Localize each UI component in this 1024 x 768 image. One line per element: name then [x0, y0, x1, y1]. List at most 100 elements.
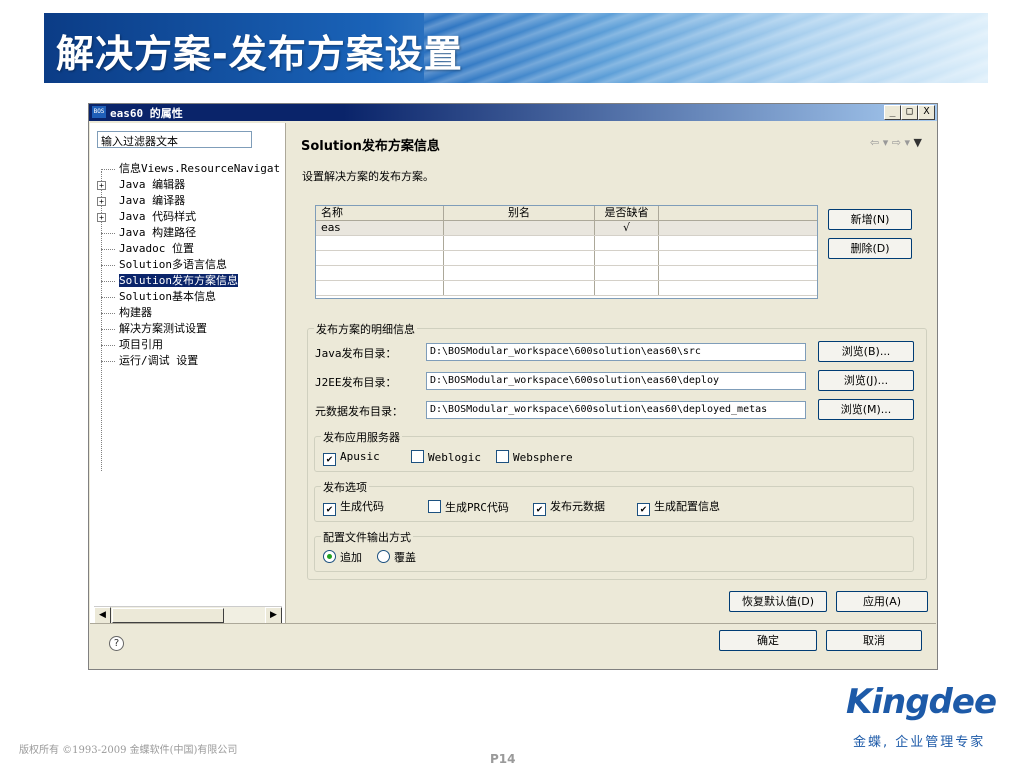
tree-item-builders[interactable]: 构建器	[95, 305, 285, 321]
tree-item-project-references[interactable]: 项目引用	[95, 337, 285, 353]
ok-button[interactable]: 确定	[719, 630, 817, 651]
config-group-title: 配置文件输出方式	[321, 529, 413, 545]
tree-item-java-build-path[interactable]: Java 构建路径	[95, 225, 285, 241]
expand-plus-icon[interactable]: +	[97, 197, 106, 206]
config-mode-overwrite[interactable]: 覆盖	[377, 550, 416, 564]
tree-item-javadoc-location[interactable]: Javadoc 位置	[95, 241, 285, 257]
java-dir-label: Java发布目录：	[315, 347, 397, 360]
tree-item-solution-test[interactable]: 解决方案测试设置	[95, 321, 285, 337]
server-checkbox-websphere[interactable]: Websphere	[496, 450, 573, 464]
back-arrow-icon[interactable]: ⇦ ▾	[870, 136, 888, 149]
slide-title: 解决方案-发布方案设置	[56, 32, 463, 76]
scroll-left-icon[interactable]: ◀	[94, 607, 111, 624]
metadata-dir-input[interactable]: D:\BOSModular_workspace\600solution\eas6…	[426, 401, 806, 419]
tree-item-run-debug[interactable]: 运行/调试 设置	[95, 353, 285, 369]
dialog-title: eas60 的属性	[110, 107, 183, 120]
cancel-button[interactable]: 取消	[826, 630, 922, 651]
radio-unselected-icon[interactable]	[377, 550, 390, 563]
cell-name: eas	[316, 221, 444, 235]
app-server-group: 发布应用服务器 ✔ Apusic Weblogic Websphere	[314, 429, 914, 472]
properties-dialog: BOS eas60 的属性 _ □ X 输入过滤器文本 信息Views.Reso…	[88, 103, 938, 670]
expand-plus-icon[interactable]: +	[97, 213, 106, 222]
cell-blank	[659, 221, 817, 235]
tree-item-java-editor[interactable]: + Java 编辑器	[95, 177, 285, 193]
tree-item-resource-navigator[interactable]: 信息Views.ResourceNavigat	[95, 161, 285, 177]
tree-item-java-code-style[interactable]: + Java 代码样式	[95, 209, 285, 225]
server-checkbox-apusic[interactable]: ✔ Apusic	[323, 450, 380, 466]
radio-selected-icon[interactable]	[323, 550, 336, 563]
expand-plus-icon[interactable]: +	[97, 181, 106, 190]
checkbox-unchecked-icon[interactable]	[411, 450, 424, 463]
scroll-right-icon[interactable]: ▶	[265, 607, 282, 624]
column-header-name[interactable]: 名称	[316, 206, 444, 220]
forward-arrow-icon[interactable]: ⇨ ▾	[892, 136, 910, 149]
detail-group-title: 发布方案的明细信息	[314, 321, 417, 337]
page-header: Solution发布方案信息 ⇦ ▾ ⇨ ▾ ▼	[289, 123, 934, 161]
java-dir-input[interactable]: D:\BOSModular_workspace\600solution\eas6…	[426, 343, 806, 361]
column-header-alias[interactable]: 别名	[444, 206, 595, 220]
cell-default: √	[595, 221, 659, 235]
maximize-button[interactable]: □	[901, 105, 918, 120]
browse-java-button[interactable]: 浏览(B)...	[818, 341, 914, 362]
minimize-button[interactable]: _	[884, 105, 901, 120]
page-title: Solution发布方案信息	[301, 139, 440, 154]
kingdee-logo: Kingdee	[846, 682, 997, 722]
checkbox-unchecked-icon[interactable]	[428, 500, 441, 513]
banner-wave-decoration	[424, 13, 988, 83]
preference-tree: 信息Views.ResourceNavigat + Java 编辑器 + Java …	[95, 161, 285, 369]
j2ee-dir-label: J2EE发布目录：	[315, 376, 397, 389]
bos-logo-icon: BOS	[92, 106, 106, 118]
checkbox-checked-icon[interactable]: ✔	[637, 503, 650, 516]
close-button[interactable]: X	[918, 105, 935, 120]
page-number: P14	[490, 752, 516, 766]
table-header: 名称 别名 是否缺省	[316, 206, 817, 221]
preference-tree-pane: 输入过滤器文本 信息Views.ResourceNavigat + Java 编辑…	[90, 123, 286, 624]
table-row-empty	[316, 266, 817, 281]
add-button[interactable]: 新增(N)	[828, 209, 912, 230]
checkbox-checked-icon[interactable]: ✔	[323, 453, 336, 466]
browse-metadata-button[interactable]: 浏览(M)...	[818, 399, 914, 420]
help-icon[interactable]: ?	[109, 636, 124, 651]
publish-scheme-table: 名称 别名 是否缺省 eas √	[315, 205, 818, 299]
config-mode-append[interactable]: 追加	[323, 550, 362, 564]
cell-alias	[444, 221, 595, 235]
server-checkbox-weblogic[interactable]: Weblogic	[411, 450, 481, 464]
option-generate-config[interactable]: ✔ 生成配置信息	[637, 500, 720, 516]
publish-options-group: 发布选项 ✔ 生成代码 生成PRC代码 ✔ 发布元数据 ✔ 生成配置信息	[314, 479, 914, 522]
table-row-empty	[316, 236, 817, 251]
option-generate-code[interactable]: ✔ 生成代码	[323, 500, 384, 516]
menu-dropdown-icon[interactable]: ▼	[914, 136, 922, 149]
checkbox-unchecked-icon[interactable]	[496, 450, 509, 463]
scrollbar-thumb[interactable]	[112, 608, 224, 623]
tree-item-solution-publish[interactable]: Solution发布方案信息	[95, 273, 285, 289]
dialog-titlebar[interactable]: BOS eas60 的属性 _ □ X	[89, 104, 937, 121]
table-row-empty	[316, 251, 817, 266]
brand-slogan: 金蝶, 企业管理专家	[853, 735, 986, 750]
tree-item-solution-i18n[interactable]: Solution多语言信息	[95, 257, 285, 273]
metadata-dir-label: 元数据发布目录：	[315, 405, 403, 418]
column-header-blank	[659, 206, 817, 220]
tree-item-java-compiler[interactable]: + Java 编译器	[95, 193, 285, 209]
apply-button[interactable]: 应用(A)	[836, 591, 928, 612]
dialog-separator	[90, 623, 936, 624]
restore-defaults-button[interactable]: 恢复默认值(D)	[729, 591, 827, 612]
table-row[interactable]: eas √	[316, 221, 817, 236]
options-group-title: 发布选项	[321, 479, 369, 495]
option-generate-prc-code[interactable]: 生成PRC代码	[428, 500, 509, 514]
tree-horizontal-scrollbar[interactable]: ◀ ▶	[94, 606, 282, 624]
server-group-title: 发布应用服务器	[321, 429, 402, 445]
delete-button[interactable]: 删除(D)	[828, 238, 912, 259]
j2ee-dir-input[interactable]: D:\BOSModular_workspace\600solution\eas6…	[426, 372, 806, 390]
column-header-default[interactable]: 是否缺省	[595, 206, 659, 220]
config-output-group: 配置文件输出方式 追加 覆盖	[314, 529, 914, 572]
checkbox-checked-icon[interactable]: ✔	[323, 503, 336, 516]
tree-item-solution-basic[interactable]: Solution基本信息	[95, 289, 285, 305]
option-publish-metadata[interactable]: ✔ 发布元数据	[533, 500, 605, 516]
browse-j2ee-button[interactable]: 浏览(J)...	[818, 370, 914, 391]
filter-input[interactable]: 输入过滤器文本	[97, 131, 252, 148]
page-description: 设置解决方案的发布方案。	[302, 170, 434, 183]
page-navigation: ⇦ ▾ ⇨ ▾ ▼	[870, 136, 922, 149]
copyright-notice: 版权所有 ©1993-2009 金蝶软件(中国)有限公司	[19, 745, 238, 756]
checkbox-checked-icon[interactable]: ✔	[533, 503, 546, 516]
detail-info-group: 发布方案的明细信息 Java发布目录： D:\BOSModular_worksp…	[307, 321, 927, 580]
